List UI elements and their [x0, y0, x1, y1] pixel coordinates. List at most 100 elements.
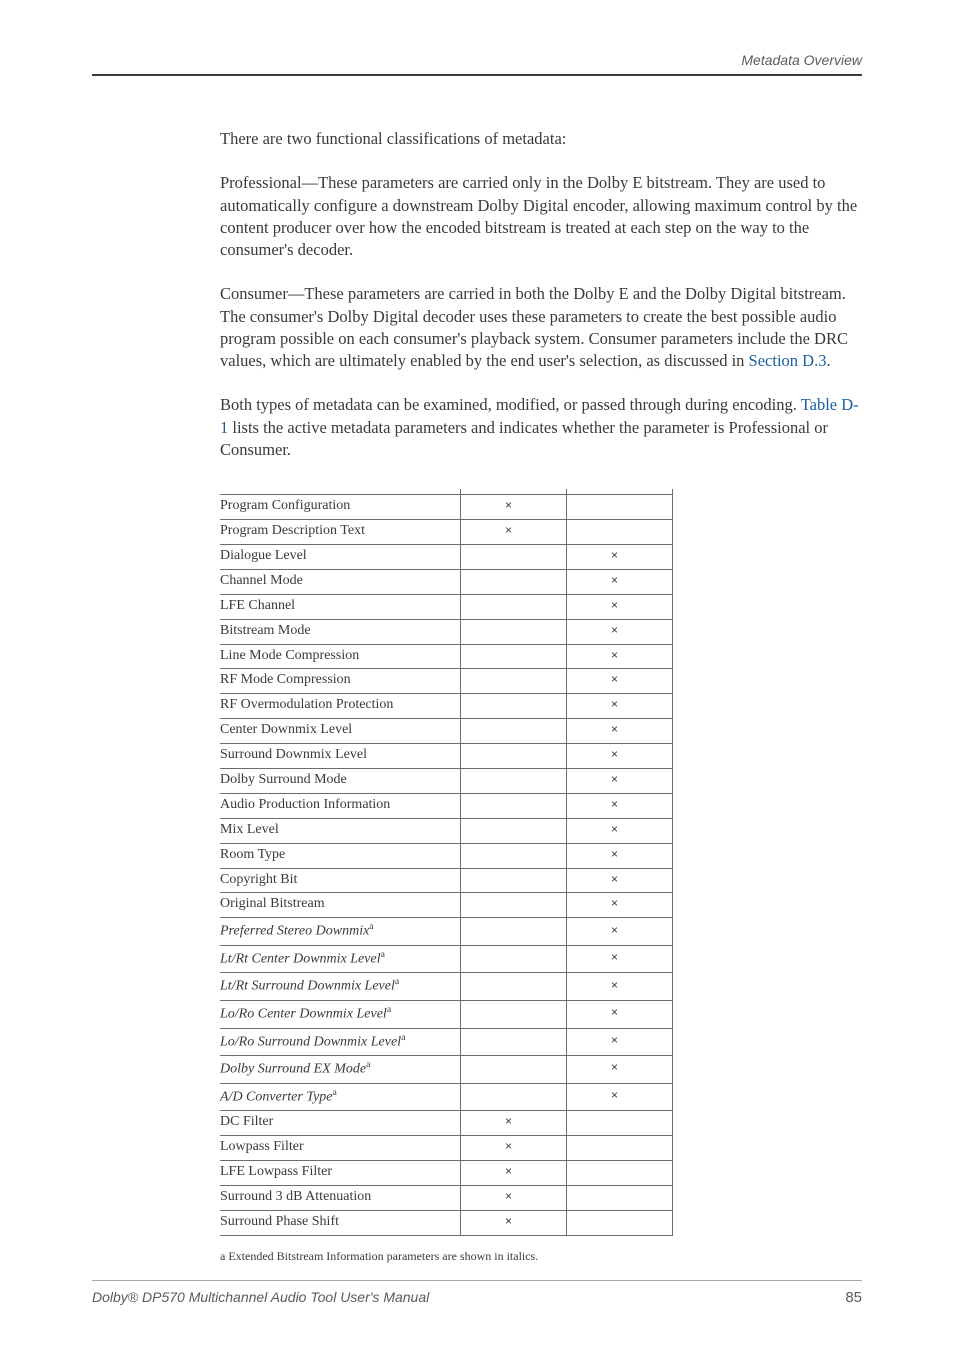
table-row: Audio Production Information× [220, 793, 673, 818]
con-cell: × [567, 544, 673, 569]
param-name: Program Description Text [220, 520, 461, 545]
pro-cell [461, 619, 567, 644]
pro-cell [461, 594, 567, 619]
param-name: Surround Downmix Level [220, 744, 461, 769]
pro-cell: × [461, 520, 567, 545]
param-name: Lo/Ro Center Downmix Levela [220, 1000, 461, 1028]
con-cell: × [567, 768, 673, 793]
con-cell: × [567, 1028, 673, 1056]
table-row: Dolby Surround Mode × [220, 768, 673, 793]
param-name: Program Configuration [220, 495, 461, 520]
page-footer: Dolby® DP570 Multichannel Audio Tool Use… [92, 1280, 862, 1306]
pro-cell: × [461, 1185, 567, 1210]
table-row: Program Description Text× [220, 520, 673, 545]
con-cell [567, 1111, 673, 1136]
body-content: There are two functional classifications… [220, 128, 862, 1264]
con-cell: × [567, 843, 673, 868]
con-cell: × [567, 918, 673, 946]
pro-cell [461, 818, 567, 843]
table-intro-paragraph: Both types of metadata can be examined, … [220, 394, 862, 461]
table-row: LFE Lowpass Filter× [220, 1160, 673, 1185]
con-cell: × [567, 719, 673, 744]
con-cell: × [567, 1083, 673, 1111]
table-row: Line Mode Compression× [220, 644, 673, 669]
table-row: Program Configuration× [220, 495, 673, 520]
con-cell [567, 1210, 673, 1235]
param-name: LFE Lowpass Filter [220, 1160, 461, 1185]
header-rule [92, 74, 862, 76]
param-name: Mix Level [220, 818, 461, 843]
table-row: Dolby Surround EX Modea× [220, 1056, 673, 1084]
param-name: LFE Channel [220, 594, 461, 619]
consumer-paragraph: Consumer—These parameters are carried in… [220, 283, 862, 372]
con-cell: × [567, 973, 673, 1001]
param-name: Lo/Ro Surround Downmix Levela [220, 1028, 461, 1056]
intro-paragraph: There are two functional classifications… [220, 128, 862, 150]
table-row: Bitstream Mode× [220, 619, 673, 644]
metadata-table: Program Configuration×Program Descriptio… [220, 489, 673, 1235]
table-footnote: a Extended Bitstream Information paramet… [220, 1248, 862, 1264]
table-row: Lt/Rt Surround Downmix Levela× [220, 973, 673, 1001]
table-row: A/D Converter Typea × [220, 1083, 673, 1111]
param-name: Copyright Bit [220, 868, 461, 893]
table-row: RF Overmodulation Protection× [220, 694, 673, 719]
table-row: Original Bitstream × [220, 893, 673, 918]
table-row: Lowpass Filter× [220, 1136, 673, 1161]
pro-cell [461, 1000, 567, 1028]
param-name: Dolby Surround Mode [220, 768, 461, 793]
param-name: Lt/Rt Center Downmix Levela [220, 945, 461, 973]
professional-paragraph: Professional—These parameters are carrie… [220, 172, 862, 261]
con-cell: × [567, 644, 673, 669]
pro-cell [461, 843, 567, 868]
pro-cell [461, 644, 567, 669]
table-row: Center Downmix Level× [220, 719, 673, 744]
con-cell: × [567, 594, 673, 619]
param-name: DC Filter [220, 1111, 461, 1136]
param-name: Original Bitstream [220, 893, 461, 918]
table-row: Lo/Ro Center Downmix Levela× [220, 1000, 673, 1028]
section-link[interactable]: Section D.3 [749, 351, 827, 370]
pro-cell [461, 945, 567, 973]
param-name: Preferred Stereo Downmixa [220, 918, 461, 946]
pro-cell: × [461, 1111, 567, 1136]
param-name: Bitstream Mode [220, 619, 461, 644]
pro-cell [461, 1083, 567, 1111]
con-cell [567, 1160, 673, 1185]
pro-cell: × [461, 1160, 567, 1185]
param-name: Lowpass Filter [220, 1136, 461, 1161]
table-row: Copyright Bit × [220, 868, 673, 893]
con-cell [567, 520, 673, 545]
table-intro-b: lists the active metadata parameters and… [220, 418, 828, 459]
table-row: Preferred Stereo Downmixa × [220, 918, 673, 946]
con-cell: × [567, 793, 673, 818]
param-name: A/D Converter Typea [220, 1083, 461, 1111]
pro-cell [461, 544, 567, 569]
pro-cell [461, 694, 567, 719]
table-row: Lt/Rt Center Downmix Levela × [220, 945, 673, 973]
table-row: Mix Level× [220, 818, 673, 843]
pro-cell: × [461, 495, 567, 520]
con-cell: × [567, 893, 673, 918]
pro-cell [461, 868, 567, 893]
param-name: Channel Mode [220, 569, 461, 594]
pro-cell [461, 719, 567, 744]
table-row: Dialogue Level× [220, 544, 673, 569]
pro-cell [461, 1028, 567, 1056]
table-row: Lo/Ro Surround Downmix Levela × [220, 1028, 673, 1056]
param-name: Dolby Surround EX Modea [220, 1056, 461, 1084]
con-cell: × [567, 669, 673, 694]
con-cell: × [567, 868, 673, 893]
pro-cell: × [461, 1210, 567, 1235]
pro-cell [461, 569, 567, 594]
param-name: Surround 3 dB Attenuation [220, 1185, 461, 1210]
table-row: RF Mode Compression × [220, 669, 673, 694]
pro-cell [461, 893, 567, 918]
pro-cell [461, 793, 567, 818]
con-cell: × [567, 744, 673, 769]
page: Metadata Overview There are two function… [0, 0, 954, 1350]
con-cell: × [567, 945, 673, 973]
param-name: Surround Phase Shift [220, 1210, 461, 1235]
table-row: Channel Mode× [220, 569, 673, 594]
table-intro-a: Both types of metadata can be examined, … [220, 395, 801, 414]
param-name: RF Mode Compression [220, 669, 461, 694]
